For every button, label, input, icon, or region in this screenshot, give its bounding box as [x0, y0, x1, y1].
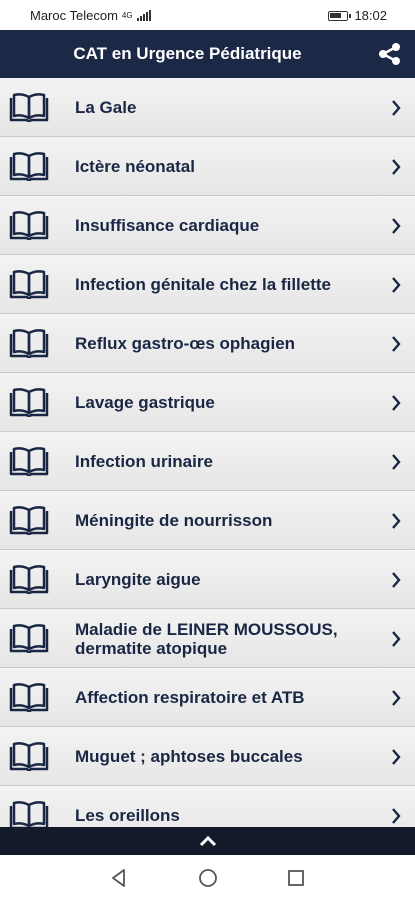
share-icon[interactable] — [377, 41, 403, 67]
list-item[interactable]: Infection génitale chez la fillette — [0, 255, 415, 314]
app-title: CAT en Urgence Pédiatrique — [73, 44, 302, 63]
list-item-label: Maladie de LEINER MOUSSOUS, dermatite at… — [75, 619, 338, 658]
carrier-name: Maroc Telecom — [30, 8, 118, 23]
bottom-bar[interactable] — [0, 827, 415, 855]
list-item-label: Laryngite aigue — [75, 570, 201, 589]
chevron-right-icon — [391, 512, 401, 530]
list-item[interactable]: Ictère néonatal — [0, 137, 415, 196]
list-item-label: Méningite de nourrisson — [75, 511, 273, 530]
chevron-right-icon — [391, 158, 401, 176]
chevron-right-icon — [391, 689, 401, 707]
book-icon — [9, 210, 49, 242]
list-item-label: Infection génitale chez la fillette — [75, 275, 331, 294]
chevron-right-icon — [391, 748, 401, 766]
chevron-up-icon[interactable] — [199, 835, 217, 847]
chevron-right-icon — [391, 99, 401, 117]
book-icon — [9, 387, 49, 419]
book-icon — [9, 623, 49, 655]
book-icon — [9, 564, 49, 596]
app-bar: CAT en Urgence Pédiatrique — [0, 30, 415, 78]
list-item-label: Lavage gastrique — [75, 393, 215, 412]
battery-icon — [328, 10, 352, 21]
status-left: Maroc Telecom 4G — [30, 8, 151, 23]
list-item-label: La Gale — [75, 98, 137, 117]
chapter-list: La Gale Ictère néonatal Insuffisance cardi… — [0, 78, 415, 827]
book-icon — [9, 682, 49, 714]
clock: 18:02 — [354, 8, 387, 23]
back-icon[interactable] — [108, 867, 130, 889]
list-item-label: Infection urinaire — [75, 452, 213, 471]
list-item[interactable]: Muguet ; aphtoses buccales — [0, 727, 415, 786]
list-item-label: Insuffisance cardiaque — [75, 216, 260, 235]
book-icon — [9, 800, 49, 827]
chevron-right-icon — [391, 807, 401, 825]
list-item-label: Affection respiratoire et ATB — [75, 688, 305, 707]
list-item-label: Ictère néonatal — [75, 157, 195, 176]
chevron-right-icon — [391, 630, 401, 648]
chevron-right-icon — [391, 571, 401, 589]
chevron-right-icon — [391, 276, 401, 294]
list-item[interactable]: Infection urinaire — [0, 432, 415, 491]
book-icon — [9, 92, 49, 124]
book-icon — [9, 505, 49, 537]
list-item[interactable]: Affection respiratoire et ATB — [0, 668, 415, 727]
home-icon[interactable] — [197, 867, 219, 889]
list-item[interactable]: Les oreillons — [0, 786, 415, 827]
list-item[interactable]: Méningite de nourrisson — [0, 491, 415, 550]
system-nav-bar — [0, 855, 415, 900]
list-item[interactable]: Insuffisance cardiaque — [0, 196, 415, 255]
book-icon — [9, 151, 49, 183]
chevron-right-icon — [391, 217, 401, 235]
signal-icon — [136, 10, 151, 21]
list-item[interactable]: Lavage gastrique — [0, 373, 415, 432]
list-item[interactable]: Maladie de LEINER MOUSSOUS, dermatite at… — [0, 609, 415, 668]
book-icon — [9, 741, 49, 773]
recents-icon[interactable] — [285, 867, 307, 889]
network-type: 4G — [121, 11, 133, 20]
book-icon — [9, 269, 49, 301]
book-icon — [9, 328, 49, 360]
chevron-right-icon — [391, 453, 401, 471]
list-item[interactable]: La Gale — [0, 78, 415, 137]
status-right: 18:02 — [328, 8, 387, 23]
chevron-right-icon — [391, 335, 401, 353]
list-item[interactable]: Laryngite aigue — [0, 550, 415, 609]
list-item[interactable]: Reflux gastro-œs ophagien — [0, 314, 415, 373]
list-item-label: Les oreillons — [75, 806, 180, 825]
list-item-label: Reflux gastro-œs ophagien — [75, 334, 296, 353]
status-bar: Maroc Telecom 4G 18:02 — [0, 0, 415, 30]
list-item-label: Muguet ; aphtoses buccales — [75, 747, 303, 766]
book-icon — [9, 446, 49, 478]
chevron-right-icon — [391, 394, 401, 412]
